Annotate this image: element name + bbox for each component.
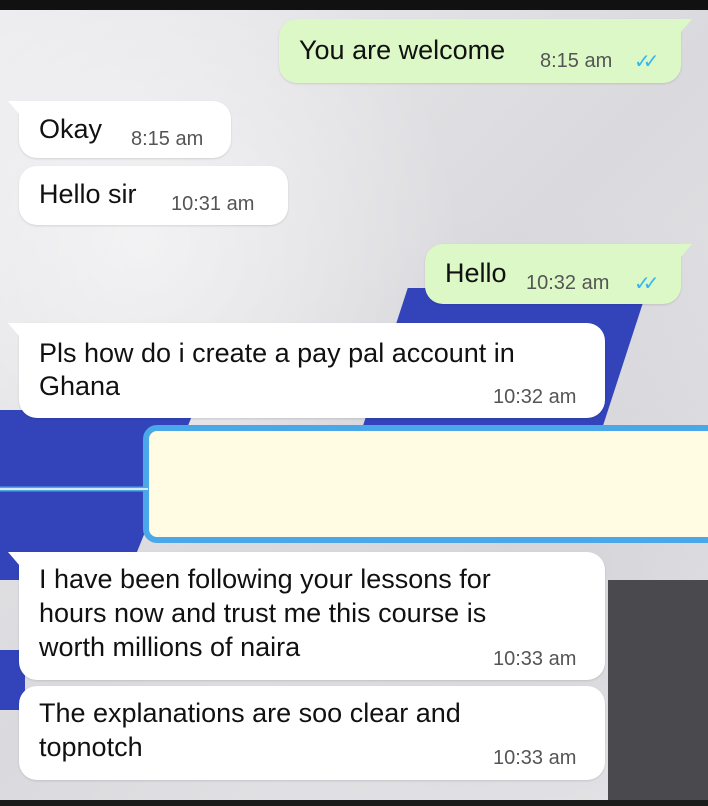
message-text-line: The explanations are soo clear and bbox=[39, 698, 461, 728]
message-text: You are welcome bbox=[299, 35, 506, 65]
outgoing-message[interactable]: You are welcome 8:15 am ✓✓ bbox=[279, 19, 692, 83]
incoming-message[interactable]: Pls how do i create a pay pal account in… bbox=[8, 323, 605, 418]
message-text: Hello bbox=[445, 258, 507, 288]
message-time: 10:33 am bbox=[493, 648, 577, 670]
message-time: 10:32 am bbox=[493, 386, 577, 408]
outgoing-message[interactable]: Hello 10:32 am ✓✓ bbox=[425, 244, 692, 304]
incoming-message[interactable]: I have been following your lessons for h… bbox=[8, 552, 605, 680]
incoming-message[interactable]: The explanations are soo clear and topno… bbox=[19, 686, 605, 780]
message-text-line: Pls how do i create a pay pal account in bbox=[39, 338, 515, 368]
bottom-edge bbox=[0, 800, 708, 806]
message-text: Okay bbox=[39, 114, 103, 144]
highlight-pointer bbox=[0, 486, 148, 492]
message-text-line: worth millions of naira bbox=[39, 632, 301, 662]
double-check-icon: ✓✓ bbox=[634, 273, 659, 295]
message-text-line: topnotch bbox=[39, 732, 143, 762]
message-time: 10:33 am bbox=[493, 747, 577, 769]
message-time: 8:15 am bbox=[540, 50, 613, 72]
message-time: 8:15 am bbox=[131, 128, 204, 150]
top-edge bbox=[0, 0, 708, 10]
message-text-line: I have been following your lessons for bbox=[39, 564, 491, 594]
message-time: 10:32 am bbox=[526, 272, 610, 294]
message-text-line: Ghana bbox=[39, 371, 121, 401]
message-text: Hello sir bbox=[39, 179, 137, 209]
highlight-box bbox=[143, 425, 708, 543]
message-text-line: hours now and trust me this course is bbox=[39, 598, 487, 628]
incoming-message[interactable]: Hello sir 10:31 am bbox=[19, 166, 288, 225]
wallpaper-shape bbox=[608, 580, 708, 800]
double-check-icon: ✓✓ bbox=[634, 51, 659, 73]
message-time: 10:31 am bbox=[171, 193, 255, 215]
incoming-message[interactable]: Okay 8:15 am bbox=[8, 101, 231, 158]
